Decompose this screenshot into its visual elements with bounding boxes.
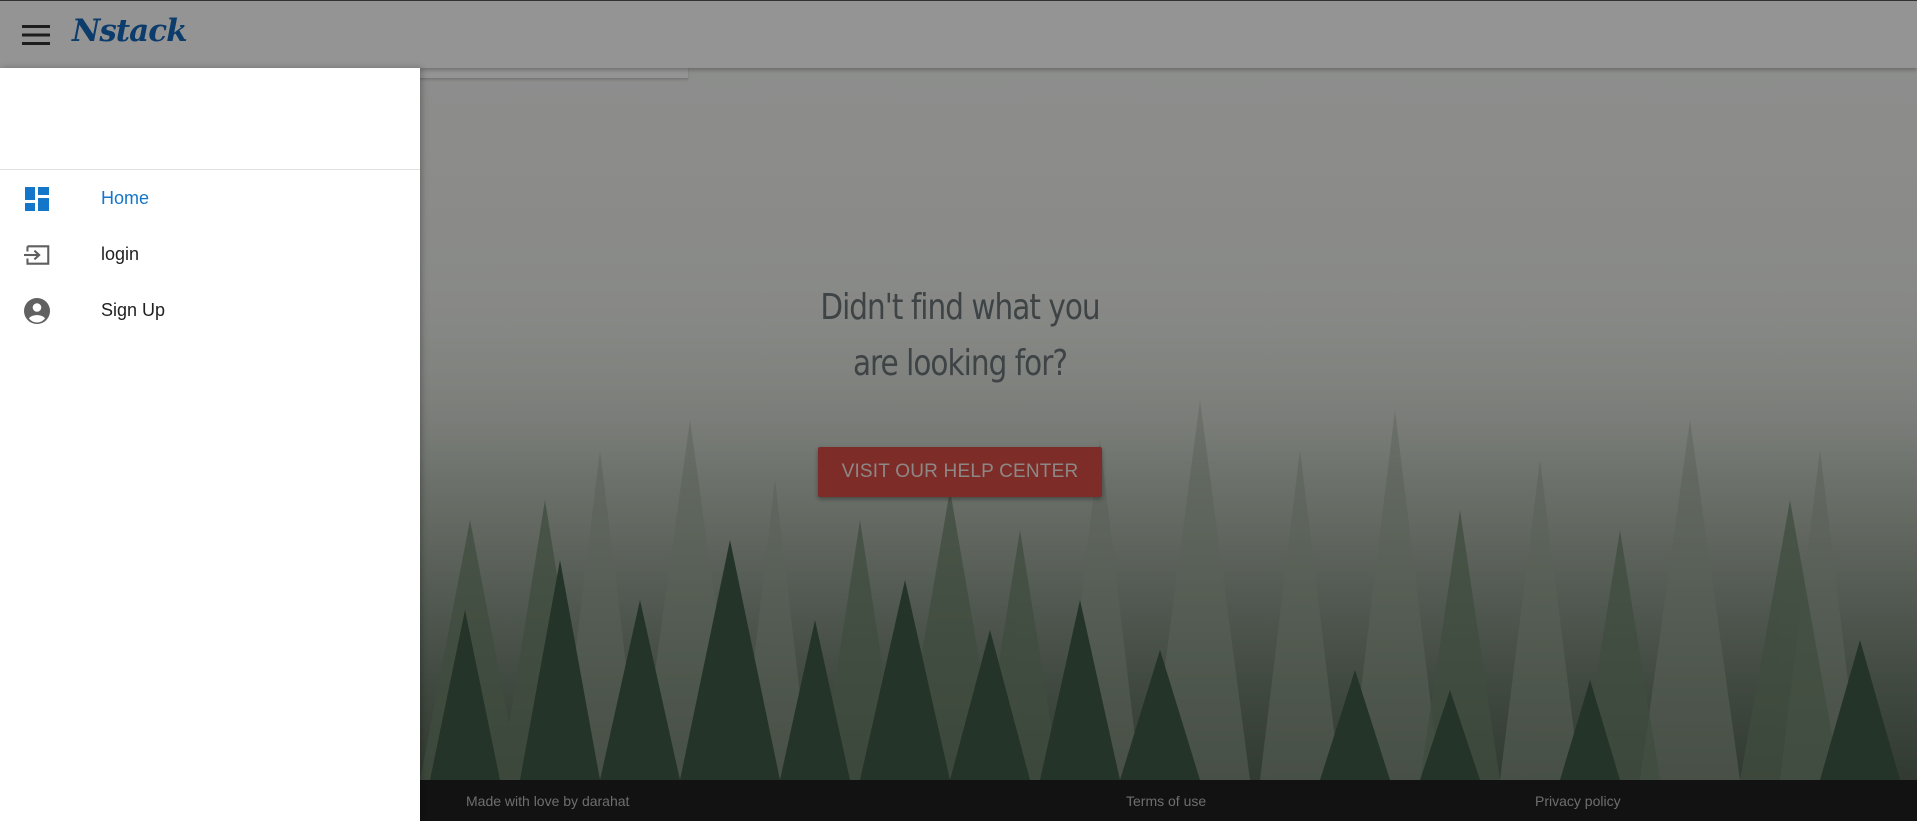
nav-item-login[interactable]: login: [0, 226, 420, 282]
nav-item-sign-up[interactable]: Sign Up: [0, 282, 420, 338]
nav-list: Home login Sign Up: [0, 170, 420, 338]
account-circle-icon: [24, 298, 50, 324]
navigation-drawer: Home login Sign Up: [0, 68, 420, 821]
login-icon: [24, 242, 50, 268]
nav-item-label: login: [101, 243, 140, 264]
nav-item-label: Home: [101, 187, 150, 208]
nav-item-label: Sign Up: [101, 299, 166, 320]
nav-item-home[interactable]: Home: [0, 170, 420, 226]
dashboard-icon: [24, 186, 50, 212]
drawer-header: [0, 68, 420, 170]
